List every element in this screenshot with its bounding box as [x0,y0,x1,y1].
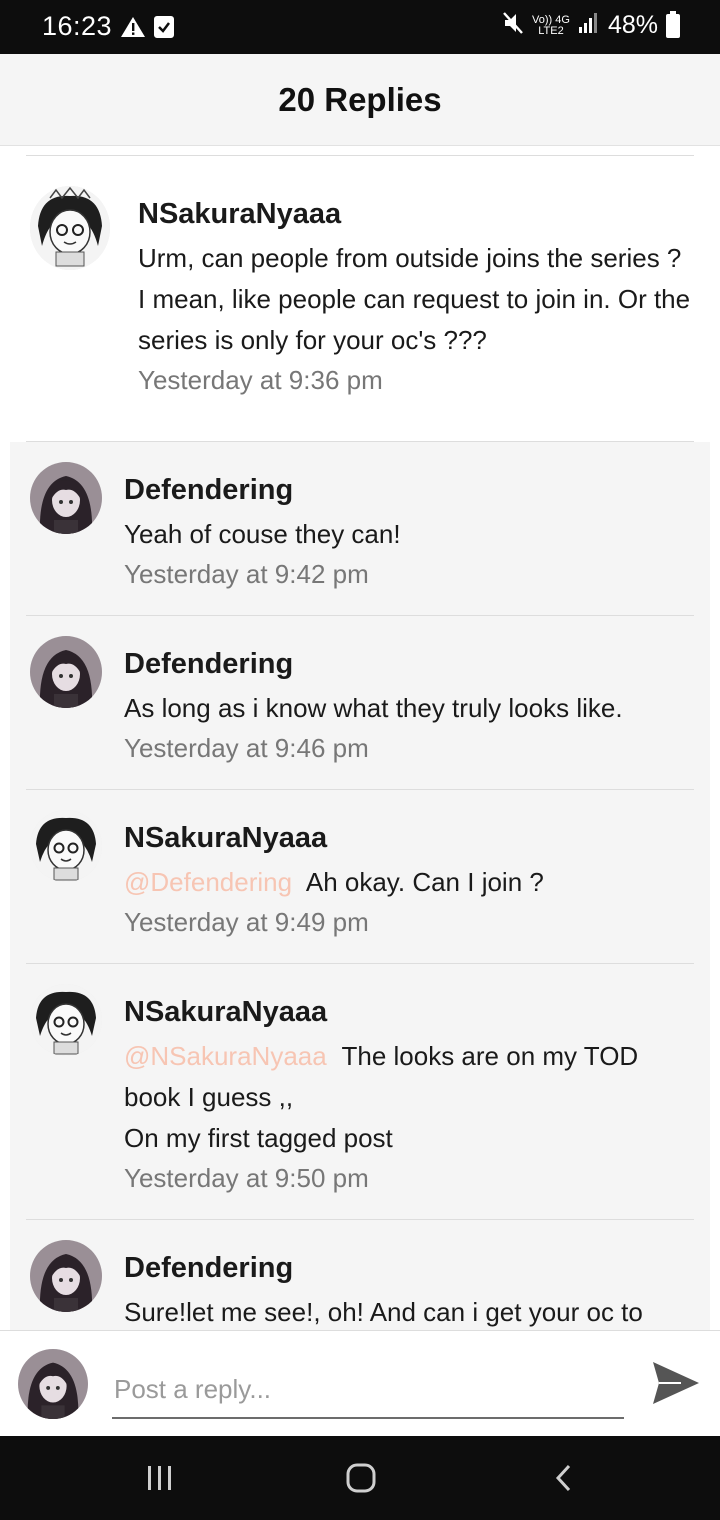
reply-username[interactable]: Defendering [124,472,694,508]
avatar[interactable] [30,462,102,534]
send-icon [653,1362,699,1404]
network-label-top: Vo)) 4G [532,13,570,26]
mute-icon [502,11,524,40]
reply-body: Defendering Sure!let me see!, oh! And ca… [124,1240,694,1330]
reply-text: @NSakuraNyaaa The looks are on my TOD bo… [124,1036,694,1159]
reply-timestamp: Yesterday at 9:49 pm [124,907,369,937]
comment-username[interactable]: NSakuraNyaaa [138,196,694,232]
comment-body: NSakuraNyaaa Urm, can people from outsid… [138,186,694,397]
reply-item[interactable]: Defendering As long as i know what they … [26,615,694,789]
recents-icon [148,1466,171,1490]
reply-body: Defendering As long as i know what they … [124,636,694,765]
reply-timestamp: Yesterday at 9:46 pm [124,733,369,763]
network-label-bottom: LTE2 [538,24,564,37]
current-user-avatar[interactable] [18,1349,88,1419]
battery-percent: 48% [607,11,658,39]
top-comment[interactable]: NSakuraNyaaa Urm, can people from outsid… [0,156,720,441]
avatar[interactable] [30,186,110,270]
reply-item[interactable]: NSakuraNyaaa @Defendering Ah okay. Can I… [26,789,694,963]
reply-body: Defendering Yeah of couse they can! Yest… [124,462,694,591]
back-button[interactable] [540,1458,588,1498]
reply-timestamp: Yesterday at 9:42 pm [124,559,369,589]
recents-button[interactable] [136,1458,184,1498]
reply-text-content: Yeah of couse they can! [124,519,401,549]
status-time: 16:23 [42,11,113,41]
reply-text: As long as i know what they truly looks … [124,688,694,729]
reply-username[interactable]: NSakuraNyaaa [124,820,694,856]
signal-icon [578,11,600,40]
checkbox-icon [154,16,174,38]
replies-block: Defendering Yeah of couse they can! Yest… [10,442,710,1330]
mention-link[interactable]: @Defendering [124,867,292,897]
reply-text-line2: On my first tagged post [124,1123,393,1153]
reply-username[interactable]: Defendering [124,1250,694,1286]
reply-text-content: Ah okay. Can I join ? [305,867,544,897]
reply-timestamp: Yesterday at 9:50 pm [124,1163,369,1193]
navigation-bar [0,1436,720,1520]
network-label: Vo)) 4G LTE2 [532,13,570,37]
reply-input[interactable] [112,1361,624,1419]
send-button[interactable] [648,1355,704,1411]
reply-text-content: Sure!let me see!, oh! And can i get your… [124,1297,643,1327]
reply-text: @Defendering Ah okay. Can I join ? [124,862,694,903]
header: 20 Replies [0,54,720,146]
reply-item[interactable]: Defendering Sure!let me see!, oh! And ca… [26,1219,694,1330]
mention-link[interactable]: @NSakuraNyaaa [124,1041,327,1071]
avatar[interactable] [30,1240,102,1312]
home-button[interactable] [337,1458,385,1498]
back-icon [555,1464,571,1492]
warning-icon [120,16,146,43]
comments-list[interactable]: NSakuraNyaaa Urm, can people from outsid… [0,146,720,1330]
reply-username[interactable]: NSakuraNyaaa [124,994,694,1030]
comment-timestamp: Yesterday at 9:36 pm [138,365,383,395]
page-title: 20 Replies [278,80,442,118]
battery-icon [666,10,680,38]
reply-text-content: As long as i know what they truly looks … [124,693,623,723]
reply-body: NSakuraNyaaa @Defendering Ah okay. Can I… [124,810,694,939]
avatar[interactable] [30,984,102,1056]
reply-text: Sure!let me see!, oh! And can i get your… [124,1292,694,1330]
status-indicators: Vo)) 4G LTE2 48% [502,10,680,40]
reply-bar [0,1330,720,1436]
reply-username[interactable]: Defendering [124,646,694,682]
reply-item[interactable]: NSakuraNyaaa @NSakuraNyaaa The looks are… [26,963,694,1219]
avatar[interactable] [30,636,102,708]
home-icon [346,1463,376,1493]
comment-text: Urm, can people from outside joins the s… [138,243,691,355]
reply-body: NSakuraNyaaa @NSakuraNyaaa The looks are… [124,984,694,1195]
reply-text: Yeah of couse they can! [124,514,694,555]
reply-item[interactable]: Defendering Yeah of couse they can! Yest… [10,442,710,615]
status-bar: 16:23 Vo)) 4G LTE2 48% [0,0,720,54]
avatar[interactable] [30,810,102,882]
